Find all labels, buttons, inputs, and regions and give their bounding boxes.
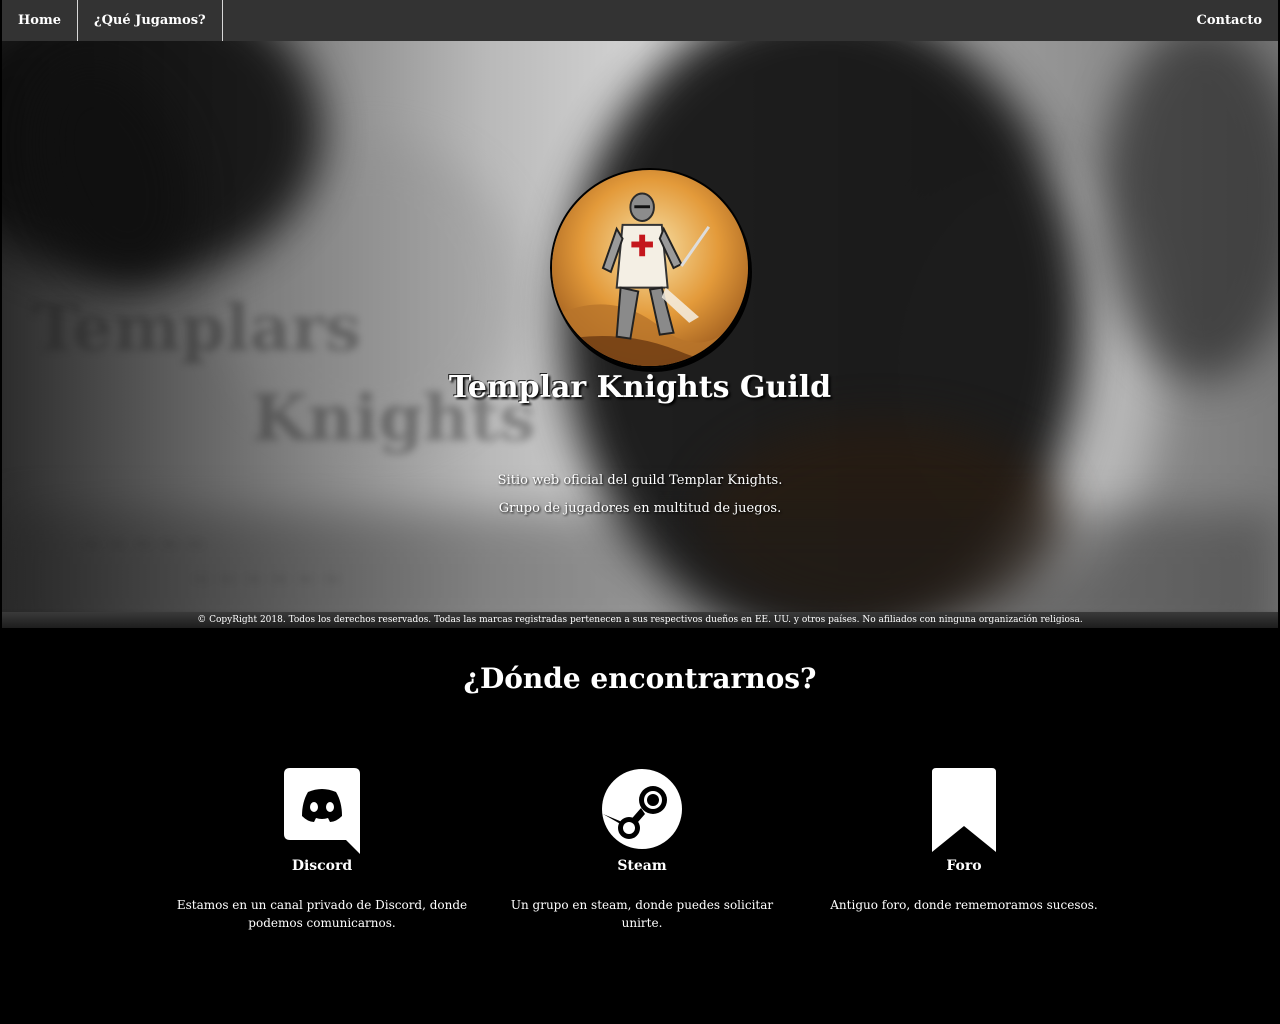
templar-knight-avatar: [550, 168, 750, 368]
nav-contact-link[interactable]: Contacto: [1181, 0, 1279, 41]
background-blur: [2, 511, 1278, 612]
site-title: Templar Knights Guild: [448, 370, 832, 405]
discord-description: Estamos en un canal privado de Discord, …: [176, 898, 468, 930]
forum-card[interactable]: Foro Antiguo foro, donde rememoramos suc…: [814, 768, 1114, 914]
steam-description: Un grupo en steam, donde puedes solicita…: [510, 898, 774, 930]
steam-label[interactable]: Steam: [492, 858, 792, 874]
discord-icon: [284, 768, 360, 854]
forum-description: Antiguo foro, donde rememoramos sucesos.: [830, 898, 1098, 912]
nav-what-we-play-link[interactable]: ¿Qué Jugamos?: [78, 0, 223, 41]
page: Home ¿Qué Jugamos? Contacto Templars Kni…: [2, 0, 1278, 1022]
background-decoration: ~ ~ ~ ~ ~: [82, 531, 205, 557]
steam-card[interactable]: Steam Un grupo en steam, donde puedes so…: [492, 768, 792, 932]
steam-icon: [602, 769, 682, 849]
knight-image-icon: [552, 170, 748, 366]
site-subtitle: Sitio web oficial del guild Templar Knig…: [497, 473, 783, 516]
background-decoration: Templars: [32, 291, 361, 366]
nav-home-link[interactable]: Home: [2, 0, 78, 41]
hero-banner: Templars Knights ~ ~ ~ ~ ~ ~ ~ ~ ~ ~ ~ T…: [2, 41, 1278, 612]
find-us-heading: ¿Dónde encontrarnos?: [463, 662, 817, 695]
discord-card[interactable]: Discord Estamos en un canal privado de D…: [172, 768, 472, 932]
discord-label[interactable]: Discord: [172, 858, 472, 874]
forum-label[interactable]: Foro: [814, 858, 1114, 874]
top-nav: Home ¿Qué Jugamos? Contacto: [2, 0, 1278, 41]
copyright-bar: © CopyRight 2018. Todos los derechos res…: [2, 612, 1278, 628]
bookmark-icon: [932, 768, 996, 852]
background-decoration: ~ ~ ~ ~ ~ ~: [192, 566, 341, 592]
